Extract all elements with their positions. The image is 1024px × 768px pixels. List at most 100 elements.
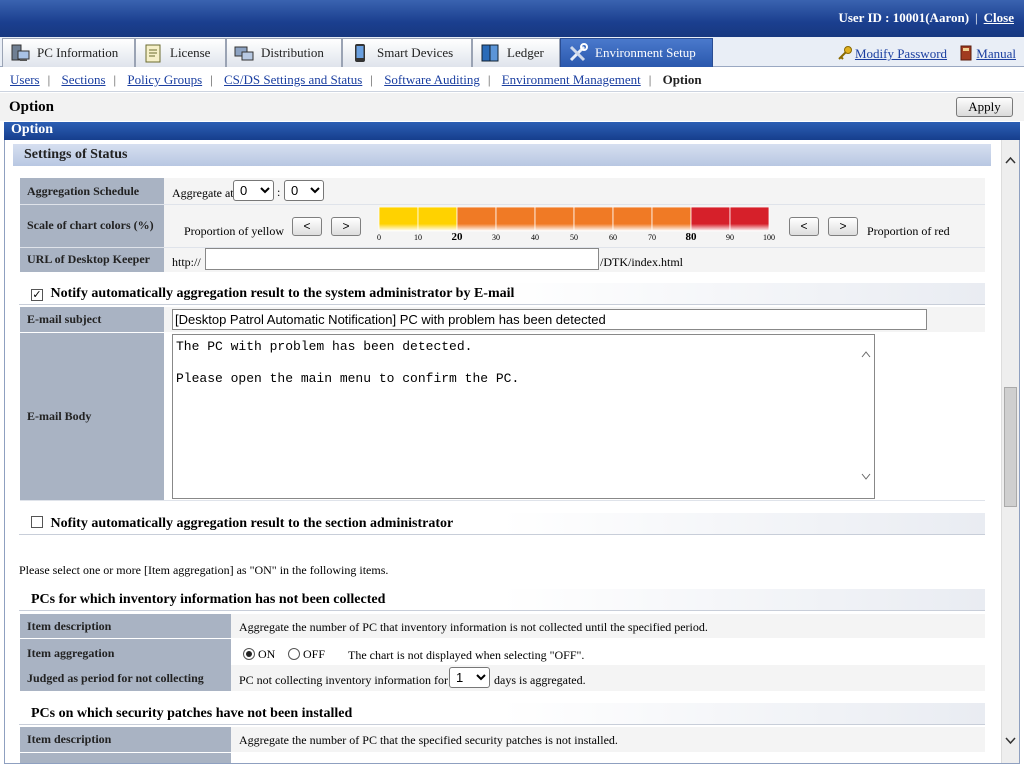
subnav-users[interactable]: Users	[10, 72, 40, 87]
scale-segment	[495, 207, 536, 232]
aggregation-schedule-label: Aggregation Schedule	[20, 178, 164, 204]
page-title-bar: Option Apply	[0, 93, 1024, 121]
scale-tick-label: 80	[686, 231, 698, 243]
scroll-down-arrow[interactable]	[1004, 733, 1017, 749]
subnav-policy-groups[interactable]: Policy Groups	[127, 72, 202, 87]
scale-tick-label: 50	[570, 233, 578, 242]
radio-off[interactable]	[288, 648, 300, 660]
distribution-icon	[233, 42, 255, 64]
yellow-increase-button[interactable]: >	[331, 217, 361, 236]
section-admin-header: Nofity automatically aggregation result …	[19, 513, 985, 535]
scale-tick-label: 0	[377, 233, 381, 242]
inventory-desc-value: Aggregate the number of PC that inventor…	[231, 614, 985, 638]
top-bar: User ID : 10001(Aaron) | Close	[0, 0, 1024, 37]
desktop-keeper-url-value: http:// /DTK/index.html	[164, 248, 985, 272]
tools-icon	[567, 42, 589, 64]
scale-segment	[651, 207, 692, 232]
modify-password-link[interactable]: Modify Password	[855, 46, 947, 61]
subnav-software-auditing[interactable]: Software Auditing	[384, 72, 480, 87]
tab-distribution[interactable]: Distribution	[226, 38, 342, 67]
yellow-decrease-button[interactable]: <	[292, 217, 322, 236]
subnav-current-option: Option	[662, 72, 702, 87]
manual-link[interactable]: Manual	[976, 46, 1016, 61]
time-separator: :	[277, 185, 281, 199]
scale-segment	[378, 207, 419, 232]
email-admin-checkbox[interactable]: ✓	[31, 289, 43, 301]
period-suffix: days is aggregated.	[494, 673, 586, 687]
color-scale-bar: 0 10 20 30 40 50 60 70 80 90 100	[377, 207, 775, 243]
subnav-environment-management[interactable]: Environment Management	[502, 72, 641, 87]
subnav-sections[interactable]: Sections	[61, 72, 105, 87]
inventory-header: PCs for which inventory information has …	[19, 589, 985, 611]
sub-navigation: Users | Sections | Policy Groups | CS/DS Se…	[0, 68, 1024, 92]
tab-label: Environment Setup	[595, 45, 696, 60]
key-icon	[837, 45, 853, 61]
email-subject-input[interactable]	[172, 309, 927, 330]
tab-smart-devices[interactable]: Smart Devices	[342, 38, 472, 67]
scale-segment	[534, 207, 575, 232]
inventory-off-option[interactable]: OFF	[288, 647, 325, 662]
desktop-keeper-url-label: URL of Desktop Keeper	[20, 248, 164, 272]
instruction-note: Please select one or more [Item aggregat…	[19, 563, 389, 577]
inventory-aggregation-value: ON OFF The chart is not displayed when s…	[231, 639, 985, 665]
divider	[20, 500, 985, 501]
book-icon	[958, 45, 974, 61]
red-proportion-label: Proportion of red	[867, 224, 950, 238]
tab-license[interactable]: License	[135, 38, 226, 67]
scale-tick-label: 30	[492, 233, 500, 242]
email-subject-label: E-mail subject	[20, 307, 164, 332]
tab-pc-information[interactable]: PC Information	[2, 38, 135, 67]
inventory-desc-label: Item description	[20, 614, 231, 638]
pc-icon	[9, 42, 31, 64]
tab-label: PC Information	[37, 45, 119, 60]
tab-ledger[interactable]: Ledger	[472, 38, 560, 67]
period-prefix: PC not collecting inventory information …	[239, 673, 448, 687]
url-prefix: http://	[172, 255, 201, 269]
patches-desc-text: Aggregate the number of PC that the spec…	[239, 733, 618, 747]
hour-select[interactable]: 0	[233, 180, 274, 201]
email-body-line: The PC with problem has been detected.	[176, 339, 473, 354]
apply-button[interactable]: Apply	[956, 97, 1013, 117]
subnav-csds-settings[interactable]: CS/DS Settings and Status	[224, 72, 362, 87]
desktop-keeper-url-input[interactable]	[205, 248, 599, 270]
inventory-aggregation-label: Item aggregation	[20, 639, 231, 665]
yellow-proportion-label: Proportion of yellow	[184, 224, 284, 238]
page-scrollbar[interactable]	[1001, 140, 1019, 763]
section-admin-title: Nofity automatically aggregation result …	[50, 516, 454, 531]
inventory-on-option[interactable]: ON	[243, 647, 275, 662]
period-days-select[interactable]: 1	[449, 667, 490, 688]
scale-segment	[612, 207, 653, 232]
page-title: Option	[9, 99, 55, 115]
radio-on[interactable]	[243, 648, 255, 660]
scale-tick-label: 100	[763, 233, 775, 242]
section-header: Option	[4, 122, 1020, 140]
aggregate-at-label: Aggregate at	[172, 186, 234, 200]
scroll-up-arrow[interactable]	[1004, 152, 1017, 168]
scale-tick-label: 60	[609, 233, 617, 242]
inventory-period-value: PC not collecting inventory information …	[231, 665, 985, 691]
tab-environment-setup[interactable]: Environment Setup	[560, 38, 713, 67]
patches-desc-label: Item description	[20, 727, 231, 752]
red-increase-button[interactable]: >	[828, 217, 858, 236]
license-icon	[142, 42, 164, 64]
minute-select[interactable]: 0	[284, 180, 324, 201]
scale-tick-label: 10	[414, 233, 422, 242]
aggregation-schedule-value: Aggregate at 0 : 0	[164, 178, 985, 204]
ledger-icon	[479, 42, 501, 64]
tab-label: License	[170, 45, 211, 60]
inventory-desc-text: Aggregate the number of PC that inventor…	[239, 620, 708, 634]
red-decrease-button[interactable]: <	[789, 217, 819, 236]
scroll-thumb[interactable]	[1004, 387, 1017, 507]
chart-colors-label: Scale of chart colors (%)	[20, 205, 164, 247]
inventory-period-label: Judged as period for not collecting	[20, 665, 231, 691]
main-tab-bar: PC Information License Distribution Smar…	[0, 37, 1024, 67]
user-info: User ID : 10001(Aaron) | Close	[838, 10, 1014, 25]
patches-header: PCs on which security patches have not b…	[19, 703, 985, 725]
close-link[interactable]: Close	[984, 10, 1014, 25]
textarea-scrollbar[interactable]	[859, 336, 873, 497]
section-admin-checkbox[interactable]	[31, 516, 43, 528]
tab-label: Ledger	[507, 45, 544, 60]
email-body-textarea[interactable]: The PC with problem has been detected. P…	[172, 334, 875, 499]
radio-off-label: OFF	[303, 647, 326, 661]
email-body-label: E-mail Body	[20, 333, 164, 500]
